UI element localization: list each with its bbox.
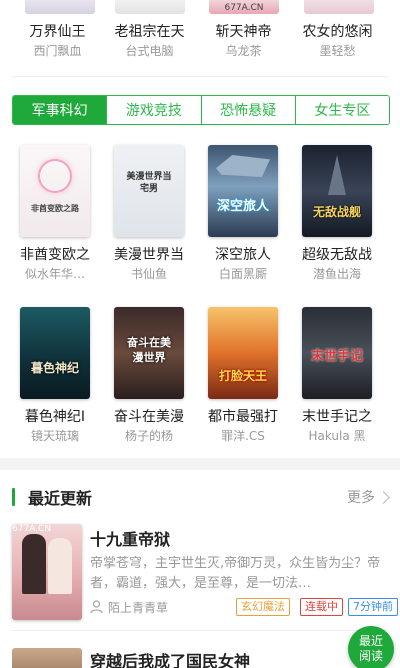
- book-title: 美漫世界当: [114, 247, 184, 263]
- book-title: 非酋变欧之: [20, 247, 90, 263]
- book-cover[interactable]: 677A.CN: [209, 0, 279, 14]
- ship-graphic: [328, 155, 346, 195]
- fab-label-line2: 阅读: [358, 649, 383, 663]
- book-title: 末世手记之: [302, 409, 372, 425]
- category-tabs: 军事科幻 游戏竞技 恐怖悬疑 女生专区: [12, 95, 390, 125]
- book-author: 墨轻愁: [319, 44, 356, 58]
- section-title: 最近更新: [28, 489, 93, 508]
- fab-label-line1: 最近: [358, 634, 383, 648]
- book-author: 似水年华…: [24, 267, 85, 281]
- book-description: 帝掌苍穹，主宇世生灭,帝御万灵，众生皆为尘？帝者，霸道，强大，是至尊，是一切法…: [90, 556, 381, 591]
- book-title: 十九重帝狱: [90, 530, 171, 549]
- cover-title: 美漫世界当宅男: [126, 172, 172, 194]
- recent-book-item[interactable]: 677A.CN 十九重帝狱 帝掌苍穹，主宇世生灭,帝御万灵，众生皆为尘？帝者，霸…: [12, 524, 398, 624]
- cover-title: 深空旅人: [216, 199, 269, 214]
- book-title: 穿越后我成了国民女神: [90, 652, 251, 668]
- book-cover: 打脸天王: [208, 307, 278, 399]
- book-cover: 677A.CN: [12, 524, 82, 620]
- user-icon: [90, 600, 103, 614]
- book-cover: 深空旅人: [208, 145, 278, 237]
- book-author: 杨子的杨: [124, 429, 173, 443]
- bookstore-page: 677A.CN 万界仙王 西门飘血 老祖宗在天 台式电脑 斩天神帝 乌龙茶 农女…: [0, 0, 400, 668]
- chevron-right-icon: [377, 490, 390, 504]
- book-cover: 末世手记: [302, 307, 372, 399]
- book-item[interactable]: 斩天神帝 乌龙茶: [196, 22, 291, 60]
- section-separator: [0, 458, 400, 470]
- swirl-graphic: [38, 159, 72, 193]
- book-cover: 非酋变欧之路: [20, 145, 90, 237]
- recent-reading-button[interactable]: 最近 阅读: [348, 626, 394, 668]
- spaceship-graphic: [216, 155, 270, 177]
- more-label: 更多: [347, 490, 375, 506]
- book-title: 都市最强打: [208, 409, 278, 425]
- book-title: 暮色神纪I: [24, 409, 86, 425]
- divider: [12, 630, 388, 631]
- recent-book-item[interactable]: 穿越后我成了国民女神: [12, 636, 388, 668]
- book-author: 镜天琉璃: [30, 429, 79, 443]
- book-author: 书仙鱼: [130, 267, 167, 281]
- book-item[interactable]: 末世手记 末世手记之 Hakula 黑: [292, 307, 382, 445]
- book-author: 白面黑厮: [218, 267, 267, 281]
- book-cover[interactable]: [25, 0, 95, 14]
- book-item[interactable]: 万界仙王 西门飘血: [10, 22, 105, 60]
- book-item[interactable]: 打脸天王 都市最强打 罪洋.CS: [198, 307, 288, 445]
- tab-female[interactable]: 女生专区: [295, 96, 389, 124]
- book-title: 奋斗在美漫: [114, 409, 184, 425]
- book-title: 万界仙王: [29, 24, 86, 40]
- book-meta: 陌上青青草 玄幻魔法 连载中 7分钟前: [90, 598, 398, 616]
- cover-title: 打脸天王: [218, 369, 267, 383]
- book-cover: [12, 648, 82, 668]
- cover-title: 奋斗在美漫世界: [127, 336, 171, 364]
- book-cover: 美漫世界当宅男: [114, 145, 184, 237]
- book-item[interactable]: 美漫世界当宅男 美漫世界当 书仙鱼: [104, 145, 194, 283]
- recent-updates-header: 最近更新 更多: [0, 480, 400, 514]
- figure-graphic: [48, 538, 72, 594]
- book-cover[interactable]: [304, 0, 374, 14]
- book-cover: 暮色神纪: [20, 307, 90, 399]
- book-author: Hakula 黑: [308, 429, 366, 443]
- top-book-row: 677A.CN 万界仙王 西门飘血 老祖宗在天 台式电脑 斩天神帝 乌龙茶 农女…: [0, 0, 400, 76]
- book-item[interactable]: 深空旅人 深空旅人 白面黑厮: [198, 145, 288, 283]
- book-author: 乌龙茶: [225, 44, 262, 58]
- book-cover: 奋斗在美漫世界: [114, 307, 184, 399]
- book-author: 潜鱼出海: [312, 267, 361, 281]
- book-cover: 无敌战舰: [302, 145, 372, 237]
- book-author: 罪洋.CS: [221, 429, 265, 443]
- book-item[interactable]: 暮色神纪 暮色神纪I 镜天琉璃: [10, 307, 100, 445]
- tab-horror[interactable]: 恐怖悬疑: [201, 96, 296, 124]
- book-title: 超级无敌战: [302, 247, 372, 263]
- book-cover[interactable]: [115, 0, 185, 14]
- tab-gaming[interactable]: 游戏竞技: [107, 96, 202, 124]
- cover-watermark: 677A.CN: [12, 524, 52, 534]
- book-author: 西门飘血: [33, 44, 82, 58]
- section-accent-bar: [12, 488, 15, 506]
- book-author: 台式电脑: [125, 44, 174, 58]
- cover-title: 末世手记: [310, 349, 363, 364]
- update-time-tag: 7分钟前: [348, 598, 398, 616]
- book-author: 陌上青青草: [108, 601, 169, 615]
- status-badge: 连载中: [300, 598, 343, 616]
- cover-title: 非酋变欧之路: [31, 204, 79, 213]
- book-item[interactable]: 农女的悠闲 墨轻愁: [290, 22, 385, 60]
- tab-military-scifi[interactable]: 军事科幻: [13, 96, 108, 124]
- book-title: 深空旅人: [215, 247, 271, 263]
- book-item[interactable]: 非酋变欧之路 非酋变欧之 似水年华…: [10, 145, 100, 283]
- book-item[interactable]: 老祖宗在天 台式电脑: [102, 22, 197, 60]
- figure-graphic: [22, 534, 46, 594]
- book-item[interactable]: 奋斗在美漫世界 奋斗在美漫 杨子的杨: [104, 307, 194, 445]
- cover-watermark: 677A.CN: [224, 3, 264, 13]
- genre-tag: 玄幻魔法: [236, 598, 290, 616]
- divider: [12, 76, 388, 77]
- book-title: 斩天神帝: [215, 24, 272, 40]
- more-link[interactable]: 更多: [347, 487, 390, 507]
- cover-title: 无敌战舰: [312, 205, 361, 219]
- book-title: 老祖宗在天: [114, 24, 185, 40]
- book-item[interactable]: 无敌战舰 超级无敌战 潜鱼出海: [292, 145, 382, 283]
- book-title: 农女的悠闲: [302, 24, 373, 40]
- cover-title: 暮色神纪: [30, 361, 79, 375]
